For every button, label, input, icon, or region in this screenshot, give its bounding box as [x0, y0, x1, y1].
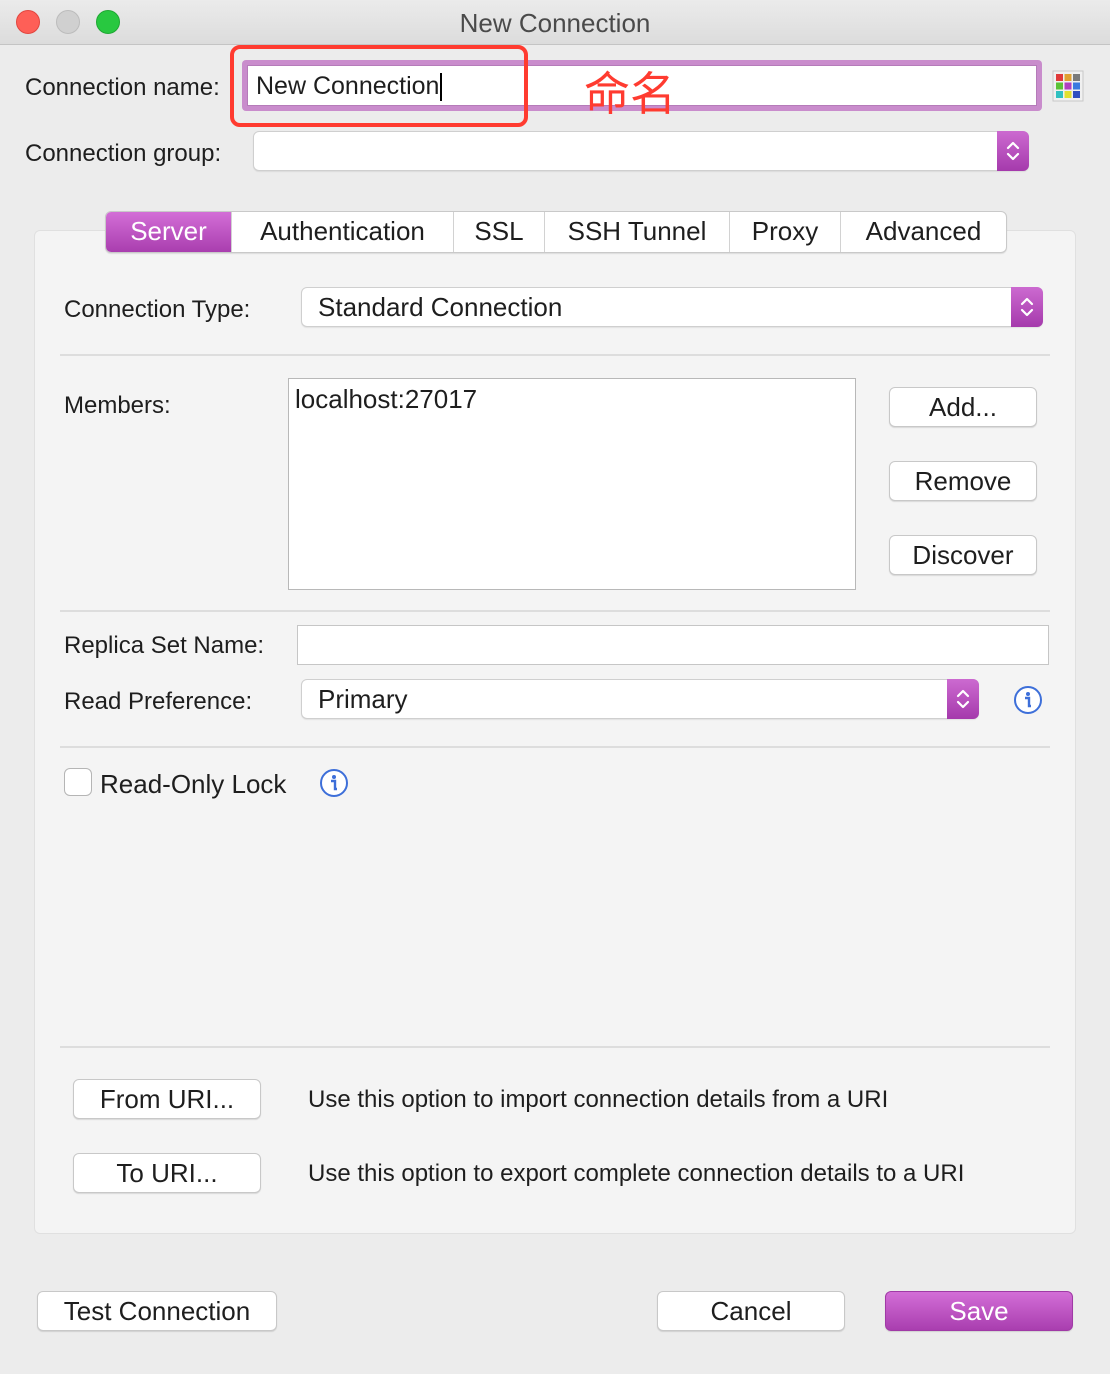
- read-preference-stepper[interactable]: [947, 679, 979, 719]
- read-preference-select[interactable]: Primary: [301, 679, 979, 719]
- tab-ssl[interactable]: SSL: [454, 212, 545, 252]
- connection-group-stepper[interactable]: [997, 131, 1029, 171]
- test-connection-button[interactable]: Test Connection: [37, 1291, 277, 1331]
- tab-proxy[interactable]: Proxy: [730, 212, 841, 252]
- chevron-up-down-icon: [1020, 297, 1034, 317]
- read-preference-value: Primary: [318, 684, 408, 714]
- list-item[interactable]: localhost:27017: [289, 379, 855, 420]
- window-title: New Connection: [459, 8, 651, 38]
- remove-member-button[interactable]: Remove: [889, 461, 1037, 501]
- to-uri-description: Use this option to export complete conne…: [308, 1160, 965, 1187]
- from-uri-button[interactable]: From URI...: [73, 1079, 261, 1119]
- separator: [60, 746, 1050, 748]
- from-uri-description: Use this option to import connection det…: [308, 1086, 889, 1113]
- connection-group-label: Connection group:: [25, 140, 222, 167]
- read-only-lock-info-icon[interactable]: [319, 768, 349, 798]
- add-member-button[interactable]: Add...: [889, 387, 1037, 427]
- connection-type-value: Standard Connection: [318, 292, 563, 322]
- annotation-text: 命名: [584, 67, 676, 121]
- discover-members-button[interactable]: Discover: [889, 535, 1037, 575]
- highlight-annotation-box: [230, 45, 528, 127]
- chevron-up-down-icon: [1006, 141, 1020, 161]
- tab-ssh-tunnel[interactable]: SSH Tunnel: [545, 212, 730, 252]
- read-preference-info-icon[interactable]: [1013, 685, 1043, 715]
- replica-set-name-input[interactable]: [297, 625, 1049, 665]
- cancel-button[interactable]: Cancel: [657, 1291, 845, 1331]
- tab-authentication[interactable]: Authentication: [232, 212, 454, 252]
- tab-bar: Server Authentication SSL SSH Tunnel Pro…: [105, 211, 1007, 253]
- tab-advanced[interactable]: Advanced: [841, 212, 1006, 252]
- color-palette-icon[interactable]: [1052, 70, 1084, 107]
- replica-set-name-label: Replica Set Name:: [64, 632, 265, 659]
- to-uri-button[interactable]: To URI...: [73, 1153, 261, 1193]
- separator: [60, 610, 1050, 612]
- read-only-lock-checkbox[interactable]: [64, 768, 92, 796]
- connection-group-select[interactable]: [253, 131, 1029, 171]
- connection-type-select[interactable]: Standard Connection: [301, 287, 1043, 327]
- read-only-lock-label: Read-Only Lock: [100, 769, 287, 799]
- separator: [60, 354, 1050, 356]
- chevron-up-down-icon: [956, 689, 970, 709]
- connection-type-label: Connection Type:: [64, 296, 251, 323]
- connection-name-label: Connection name:: [25, 74, 220, 101]
- separator: [60, 1046, 1050, 1048]
- connection-type-stepper[interactable]: [1011, 287, 1043, 327]
- save-button[interactable]: Save: [885, 1291, 1073, 1331]
- members-list[interactable]: localhost:27017: [288, 378, 856, 590]
- tab-server[interactable]: Server: [106, 212, 232, 252]
- read-preference-label: Read Preference:: [64, 688, 253, 715]
- members-label: Members:: [64, 392, 171, 419]
